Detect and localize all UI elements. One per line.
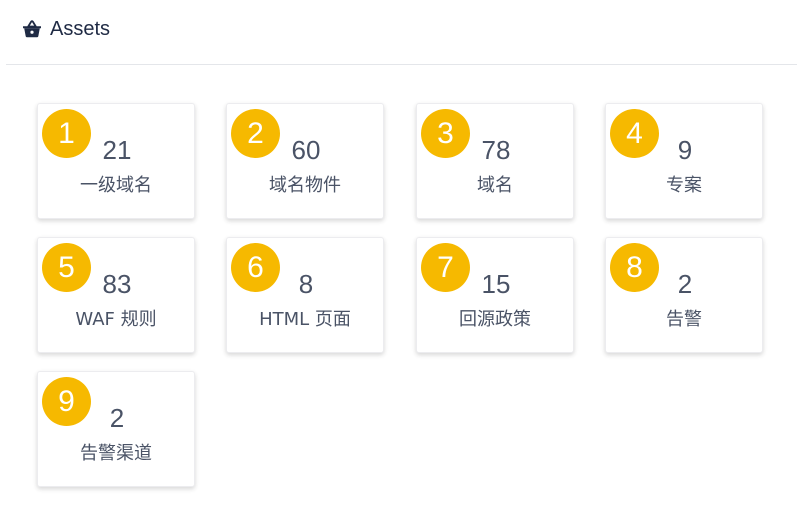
basket-icon	[23, 20, 41, 38]
asset-card-domain-objects[interactable]: 2 60 域名物件	[226, 103, 384, 219]
asset-label: 告警渠道	[80, 443, 152, 464]
asset-label: 专案	[666, 175, 702, 196]
asset-card-waf-rules[interactable]: 5 83 WAF 规则	[37, 237, 195, 353]
asset-count: 78	[481, 135, 511, 165]
asset-card-html-pages[interactable]: 6 8 HTML 页面	[226, 237, 384, 353]
asset-label: 域名物件	[269, 175, 341, 196]
asset-count: 8	[298, 269, 314, 299]
asset-card-domains[interactable]: 3 78 域名	[416, 103, 574, 219]
asset-label: 域名	[477, 175, 513, 196]
asset-count: 2	[677, 269, 693, 299]
header-divider	[6, 64, 797, 65]
asset-count: 9	[677, 135, 693, 165]
asset-count: 21	[102, 135, 132, 165]
asset-count: 15	[481, 269, 511, 299]
asset-card-top-level-domains[interactable]: 1 21 一级域名	[37, 103, 195, 219]
asset-count: 2	[109, 403, 125, 433]
asset-label: 一级域名	[80, 175, 152, 196]
asset-card-alert-channels[interactable]: 9 2 告警渠道	[37, 371, 195, 487]
asset-card-projects[interactable]: 4 9 专案	[605, 103, 763, 219]
asset-label: 告警	[666, 309, 702, 330]
asset-label: HTML 页面	[259, 309, 351, 330]
asset-label: 回源政策	[459, 309, 531, 330]
asset-card-origin-policies[interactable]: 7 15 回源政策	[416, 237, 574, 353]
asset-card-alerts[interactable]: 8 2 告警	[605, 237, 763, 353]
asset-count: 83	[102, 269, 132, 299]
asset-label: WAF 规则	[75, 309, 157, 330]
assets-header: Assets	[0, 0, 803, 64]
asset-count: 60	[291, 135, 321, 165]
page-title: Assets	[50, 18, 111, 40]
